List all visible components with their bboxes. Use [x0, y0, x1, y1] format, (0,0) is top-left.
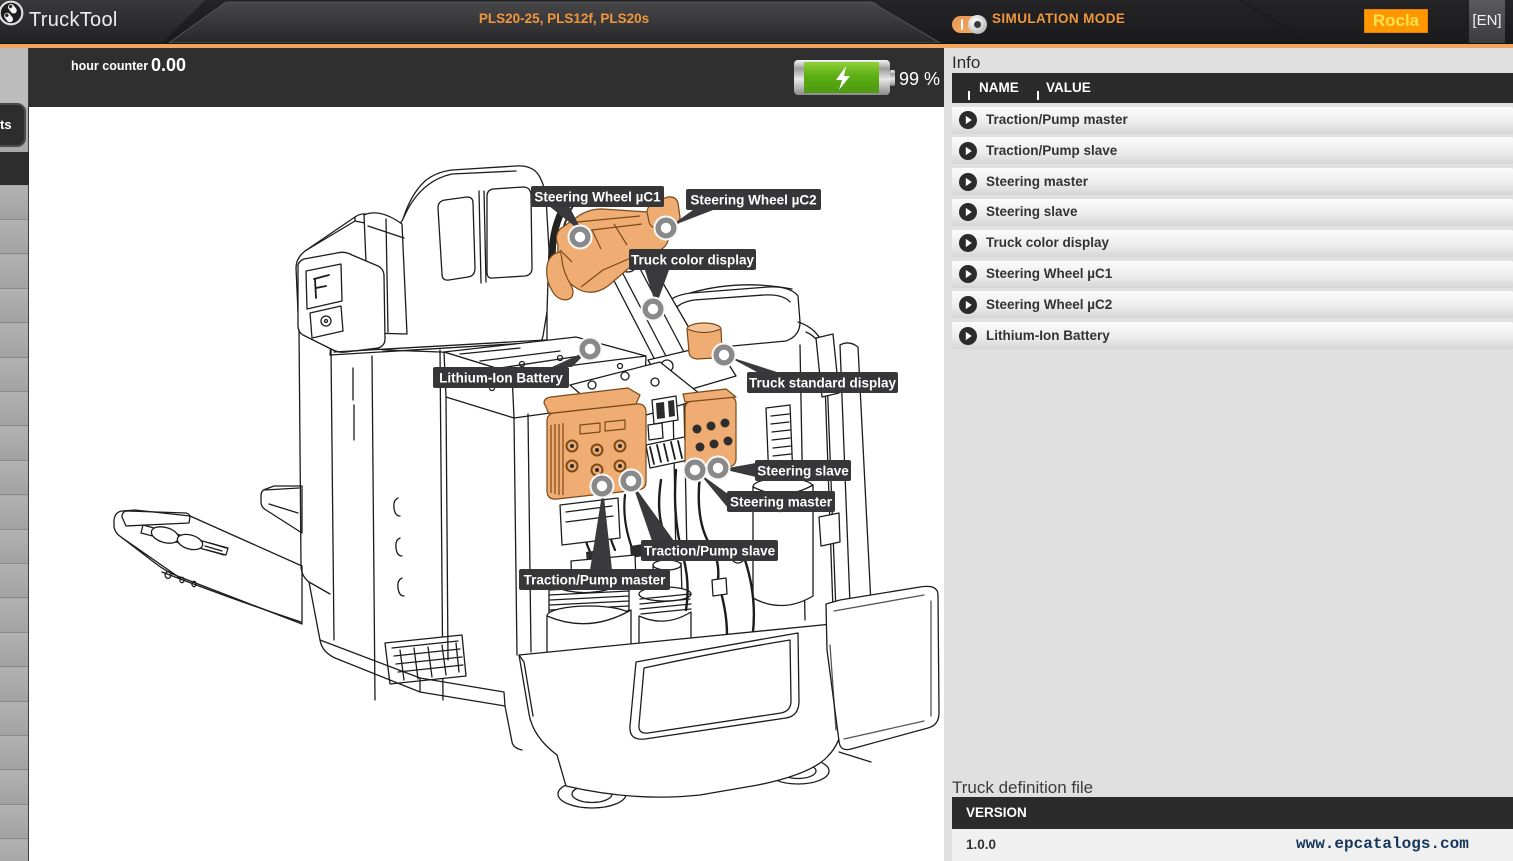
svg-text:Steering Wheel µC1: Steering Wheel µC1 — [534, 190, 661, 205]
svg-text:Truck standard display: Truck standard display — [749, 376, 897, 391]
svg-text:Lithium-Ion Battery: Lithium-Ion Battery — [439, 371, 563, 386]
svg-text:Steering Wheel µC2: Steering Wheel µC2 — [690, 193, 816, 208]
svg-text:Traction/Pump slave: Traction/Pump slave — [644, 544, 776, 559]
svg-text:Traction/Pump master: Traction/Pump master — [524, 573, 667, 588]
svg-text:Steering slave: Steering slave — [757, 464, 849, 479]
svg-text:Truck color display: Truck color display — [631, 253, 755, 268]
svg-text:Steering master: Steering master — [730, 495, 833, 510]
